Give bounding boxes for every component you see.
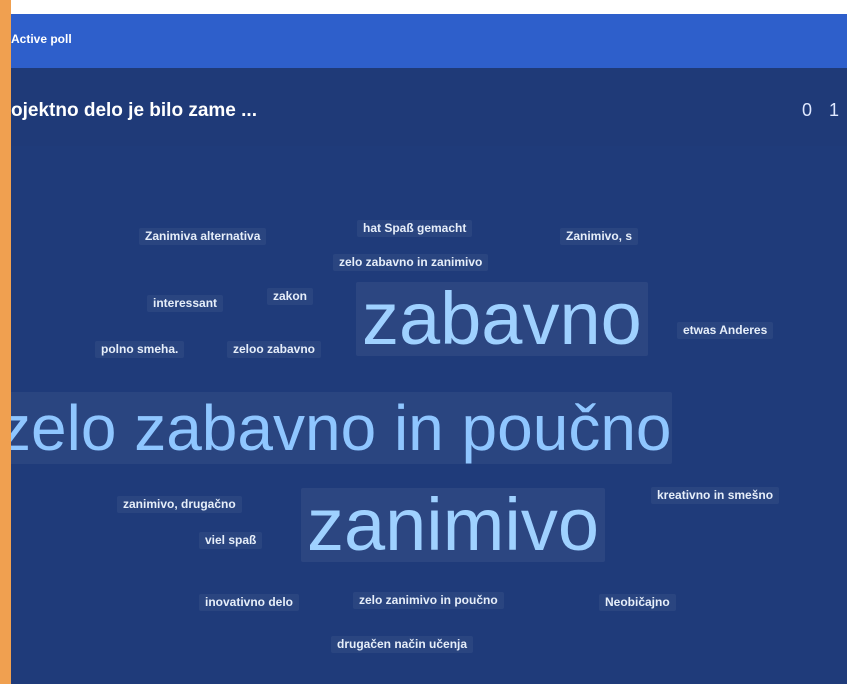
poll-title: ojektno delo je bilo zame ...: [11, 100, 257, 121]
cloud-word: drugačen način učenja: [331, 636, 474, 654]
cloud-word: viel spaß: [199, 532, 263, 550]
poll-title-row: ojektno delo je bilo zame ... 0 1: [11, 68, 847, 147]
cloud-word: interessant: [147, 295, 224, 313]
cloud-word-large: zabavno: [356, 282, 648, 356]
active-poll-bar: Active poll: [11, 14, 847, 68]
vote-counts: 0 1: [801, 100, 845, 120]
cloud-word: Zanimivo, s: [560, 228, 639, 246]
cloud-word: hat Spaß gemacht: [357, 220, 473, 238]
cloud-word-largest: zelo zabavno in poučno: [11, 392, 672, 464]
cloud-word: zeloo zabavno: [227, 341, 322, 359]
cloud-word-large: zanimivo: [301, 488, 605, 562]
cloud-word: Neobičajno: [599, 594, 676, 612]
cloud-word: zelo zanimivo in poučno: [353, 592, 504, 610]
cloud-word: zelo zabavno in zanimivo: [333, 254, 489, 272]
poll-window: Active poll ojektno delo je bilo zame ..…: [11, 14, 847, 684]
cloud-word: Zanimiva alternativa: [139, 228, 267, 246]
cloud-word: kreativno in smešno: [651, 487, 780, 505]
word-cloud: Zanimiva alternativa hat Spaß gemacht Za…: [11, 146, 847, 684]
cloud-word: zanimivo, drugačno: [117, 496, 242, 514]
cloud-word: polno smeha.: [95, 341, 185, 359]
active-poll-label: Active poll: [11, 32, 72, 46]
left-accent-strip: [0, 0, 11, 684]
cloud-word: inovativno delo: [199, 594, 300, 612]
cloud-word: etwas Anderes: [677, 322, 774, 340]
cloud-word: zakon: [267, 288, 314, 306]
